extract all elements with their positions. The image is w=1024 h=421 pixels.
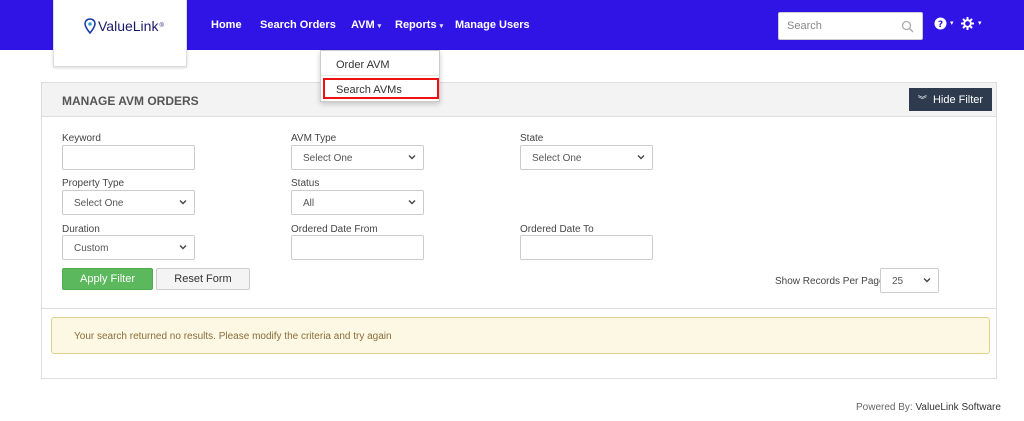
logo-text: ValueLink	[98, 18, 159, 34]
nav-avm-label: AVM	[351, 19, 375, 31]
hide-filter-button[interactable]: ︾ Hide Filter	[909, 88, 992, 111]
keyword-label: Keyword	[62, 133, 101, 144]
chevron-down-icon: ▾	[439, 23, 444, 30]
chevron-down-icon	[636, 152, 646, 165]
chevron-down-icon: ▾	[377, 23, 382, 30]
nav-reports-label: Reports	[395, 19, 437, 31]
avm-type-select[interactable]: Select One	[291, 145, 424, 170]
help-icon[interactable]: ?	[934, 17, 947, 33]
nav-reports[interactable]: Reports ▾	[395, 19, 443, 31]
chevron-down-icon: ▾	[950, 20, 954, 27]
avm-dropdown-menu: Order AVM Search AVMs	[320, 50, 440, 102]
menu-item-order-avm[interactable]: Order AVM	[336, 59, 390, 71]
ordered-date-to-input[interactable]	[520, 235, 653, 260]
manage-avm-orders-panel: MANAGE AVM ORDERS ︾ Hide Filter Keyword A…	[41, 82, 997, 379]
nav-avm[interactable]: AVM ▾	[351, 19, 381, 31]
chevron-down-icon	[178, 242, 188, 255]
chevron-down-icon	[922, 275, 932, 288]
page-title: MANAGE AVM ORDERS	[62, 94, 199, 108]
footer: Powered By: ValueLink Software	[856, 402, 1001, 413]
menu-divider	[321, 75, 439, 76]
chevron-down-icon	[407, 152, 417, 165]
chevron-down-icon	[178, 197, 188, 210]
search-icon[interactable]	[901, 20, 914, 36]
ordered-date-from-label: Ordered Date From	[291, 224, 378, 235]
keyword-input[interactable]	[62, 145, 195, 170]
reset-form-button[interactable]: Reset Form	[156, 268, 250, 290]
search-box	[778, 12, 923, 40]
chevron-down-icon: ▾	[978, 20, 982, 27]
status-value: All	[303, 198, 315, 209]
records-per-page-value: 25	[892, 276, 904, 287]
gear-icon[interactable]	[960, 16, 975, 33]
logo[interactable]: ValueLink ®	[84, 18, 164, 34]
state-label: State	[520, 133, 544, 144]
apply-filter-button[interactable]: Apply Filter	[62, 268, 153, 290]
avm-type-value: Select One	[303, 153, 353, 164]
state-select[interactable]: Select One	[520, 145, 653, 170]
chevron-down-icon	[407, 197, 417, 210]
status-label: Status	[291, 178, 320, 189]
search-input[interactable]	[787, 20, 897, 32]
duration-label: Duration	[62, 224, 100, 235]
records-per-page-label: Show Records Per Page	[775, 276, 885, 287]
duration-select[interactable]: Custom	[62, 235, 195, 260]
property-type-select[interactable]: Select One	[62, 190, 195, 215]
alert-text: Your search returned no results. Please …	[74, 331, 392, 342]
hide-filter-label: Hide Filter	[932, 93, 984, 106]
menu-item-search-avms[interactable]: Search AVMs	[336, 84, 402, 96]
property-type-label: Property Type	[62, 178, 125, 189]
panel-divider	[42, 308, 996, 309]
footer-company-link[interactable]: ValueLink Software	[915, 402, 1000, 413]
nav-search-orders[interactable]: Search Orders	[260, 19, 336, 31]
state-value: Select One	[532, 153, 582, 164]
ordered-date-from-input[interactable]	[291, 235, 424, 260]
no-results-alert: Your search returned no results. Please …	[51, 317, 990, 354]
svg-text:?: ?	[938, 20, 943, 30]
double-chevron-down-icon: ︾	[917, 95, 927, 105]
avm-type-label: AVM Type	[291, 133, 337, 144]
logo-card: ValueLink ®	[53, 0, 187, 67]
status-select[interactable]: All	[291, 190, 424, 215]
location-pin-icon	[84, 18, 96, 34]
records-per-page-select[interactable]: 25	[880, 268, 939, 293]
nav-home[interactable]: Home	[211, 19, 242, 31]
ordered-date-to-label: Ordered Date To	[520, 224, 594, 235]
footer-prefix: Powered By:	[856, 402, 913, 413]
property-type-value: Select One	[74, 198, 124, 209]
panel-header: MANAGE AVM ORDERS ︾ Hide Filter	[42, 83, 996, 117]
nav-manage-users[interactable]: Manage Users	[455, 19, 530, 31]
registered-mark: ®	[159, 23, 164, 29]
duration-value: Custom	[74, 243, 109, 254]
